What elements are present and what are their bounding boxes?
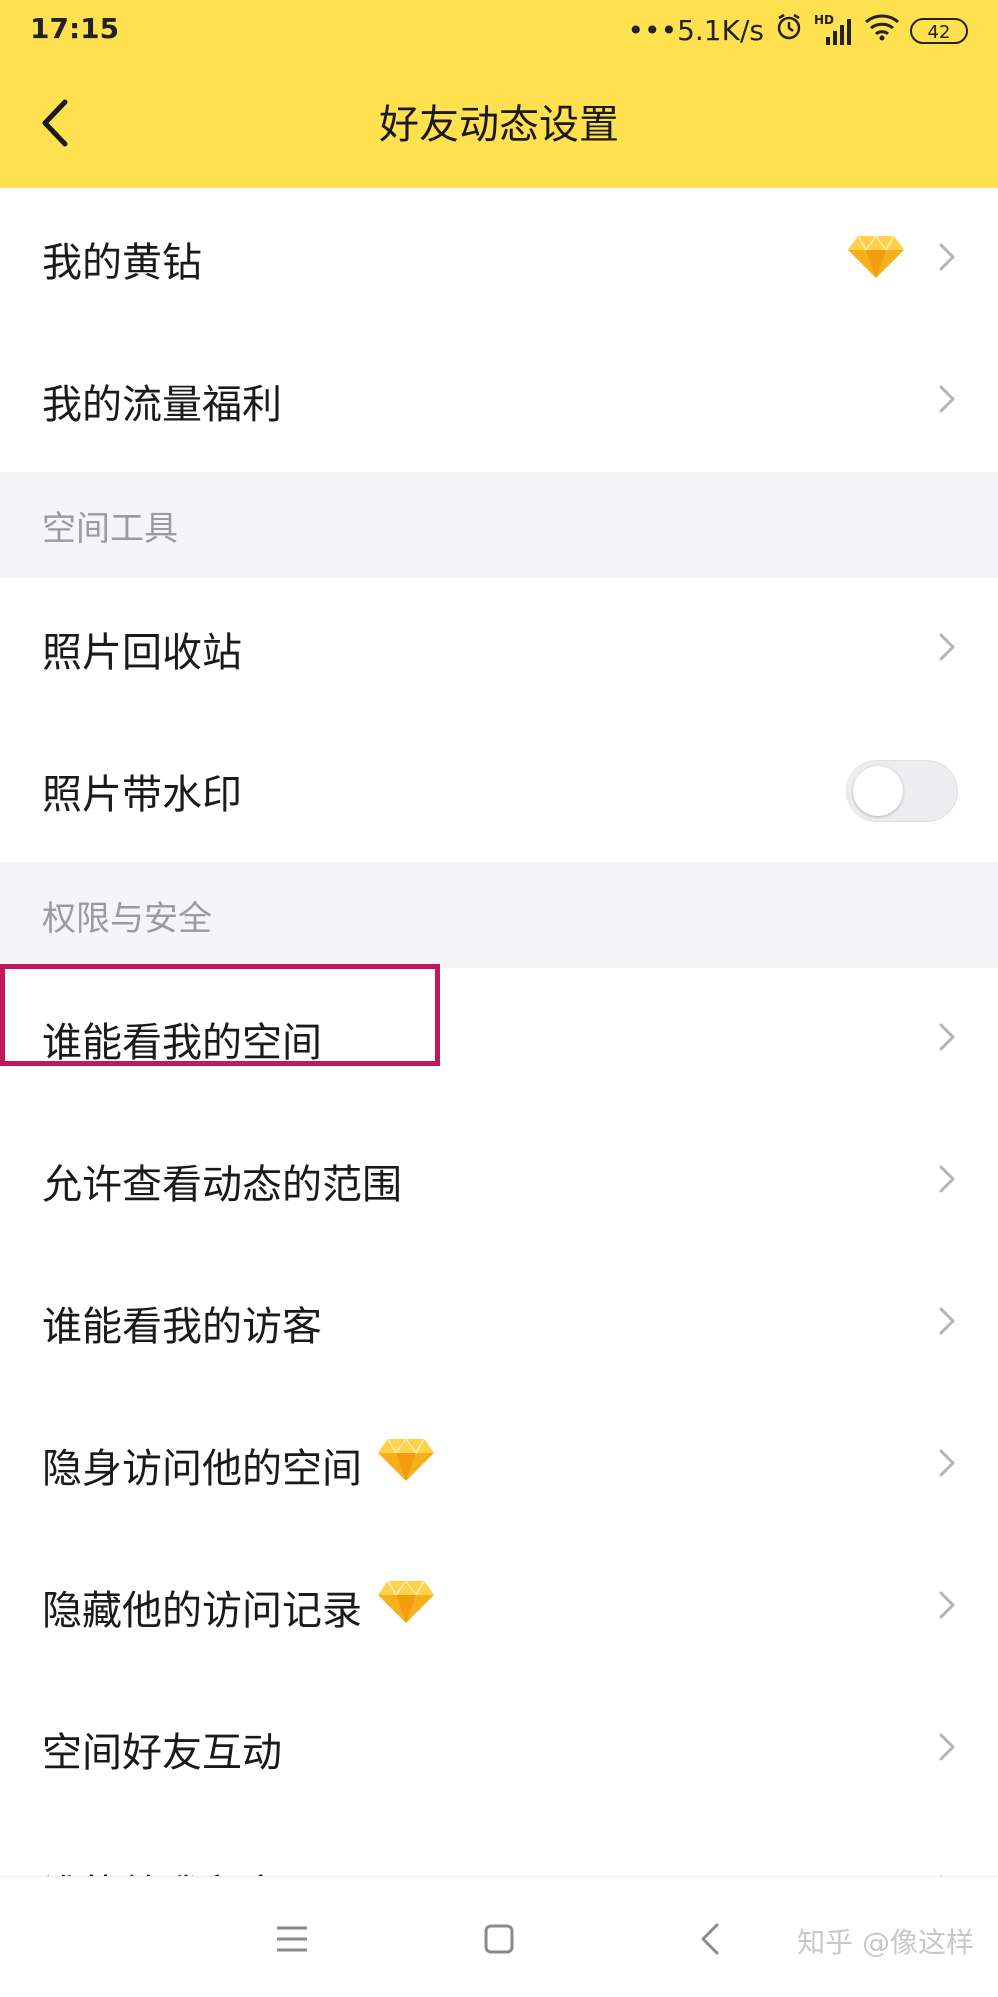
home-button[interactable]	[469, 1911, 529, 1971]
alarm-icon	[774, 12, 804, 49]
row-label: 谁能看我的访客	[42, 1304, 322, 1350]
status-bar: 17:15 •••5.1K/s HD 42	[0, 0, 998, 62]
chevron-right-icon	[938, 1164, 956, 1198]
menu-button[interactable]	[262, 1911, 322, 1971]
system-nav-bar: 知乎 @像这样	[0, 1876, 998, 1997]
chevron-right-icon	[938, 242, 956, 276]
back-triangle-icon	[699, 1922, 721, 1960]
row-my-yellow-diamond[interactable]: 我的黄钻	[0, 188, 998, 330]
row-friend-interaction[interactable]: 空间好友互动	[0, 1678, 998, 1820]
section-header-security: 权限与安全	[0, 862, 998, 968]
yellow-diamond-icon	[376, 1579, 436, 1635]
wifi-icon	[864, 13, 900, 48]
row-label: 允许查看动态的范围	[42, 1162, 402, 1208]
section-header-tools: 空间工具	[0, 472, 998, 578]
chevron-right-icon	[938, 1590, 956, 1624]
chevron-right-icon	[938, 384, 956, 418]
row-label: 照片带水印	[42, 772, 242, 818]
navigation-bar: 好友动态设置	[0, 70, 998, 180]
section-title: 空间工具	[42, 508, 178, 549]
row-my-data-benefits[interactable]: 我的流量福利	[0, 330, 998, 472]
top-bar: 17:15 •••5.1K/s HD 42 好友动态设置	[0, 0, 998, 188]
chevron-right-icon	[938, 1448, 956, 1482]
watermark-toggle[interactable]	[846, 760, 958, 822]
settings-list: 我的黄钻 我的流量福利 空间工具 照片回收站 照片带水印 权限与安全 谁能看我的…	[0, 188, 998, 1962]
yellow-diamond-icon	[846, 234, 906, 284]
page-title: 好友动态设置	[379, 102, 619, 148]
row-label: 隐身访问他的空间	[42, 1436, 436, 1494]
signal-tag: HD	[814, 12, 835, 27]
row-label-text: 隐身访问他的空间	[42, 1446, 362, 1492]
battery-indicator: 42	[910, 17, 968, 44]
row-invisible-visit[interactable]: 隐身访问他的空间	[0, 1394, 998, 1536]
row-label: 空间好友互动	[42, 1730, 282, 1776]
toggle-knob	[853, 766, 903, 816]
row-label-text: 隐藏他的访问记录	[42, 1588, 362, 1634]
row-photo-watermark: 照片带水印	[0, 720, 998, 862]
row-who-can-see-visitors[interactable]: 谁能看我的访客	[0, 1252, 998, 1394]
status-right: •••5.1K/s HD 42	[628, 12, 968, 49]
network-speed: •••5.1K/s	[627, 14, 764, 47]
chevron-right-icon	[938, 1022, 956, 1056]
row-view-range[interactable]: 允许查看动态的范围	[0, 1110, 998, 1252]
row-label: 隐藏他的访问记录	[42, 1578, 436, 1636]
section-title: 权限与安全	[42, 898, 212, 939]
chevron-right-icon	[938, 1732, 956, 1766]
row-photo-recycle-bin[interactable]: 照片回收站	[0, 578, 998, 720]
row-label: 照片回收站	[42, 630, 242, 676]
chevron-right-icon	[938, 1306, 956, 1340]
signal-icon: HD	[814, 13, 854, 45]
chevron-right-icon	[938, 632, 956, 666]
menu-icon	[275, 1925, 309, 1957]
row-label: 我的黄钻	[42, 240, 202, 286]
row-label: 谁能看我的空间	[42, 1020, 322, 1066]
row-hide-visit-record[interactable]: 隐藏他的访问记录	[0, 1536, 998, 1678]
row-label: 我的流量福利	[42, 382, 282, 428]
row-who-can-see-my-space[interactable]: 谁能看我的空间	[0, 968, 998, 1110]
watermark-text: 知乎 @像这样	[797, 1926, 974, 1959]
home-square-icon	[483, 1923, 515, 1959]
system-back-button[interactable]	[680, 1911, 740, 1971]
yellow-diamond-icon	[376, 1437, 436, 1493]
status-time: 17:15	[30, 12, 120, 45]
